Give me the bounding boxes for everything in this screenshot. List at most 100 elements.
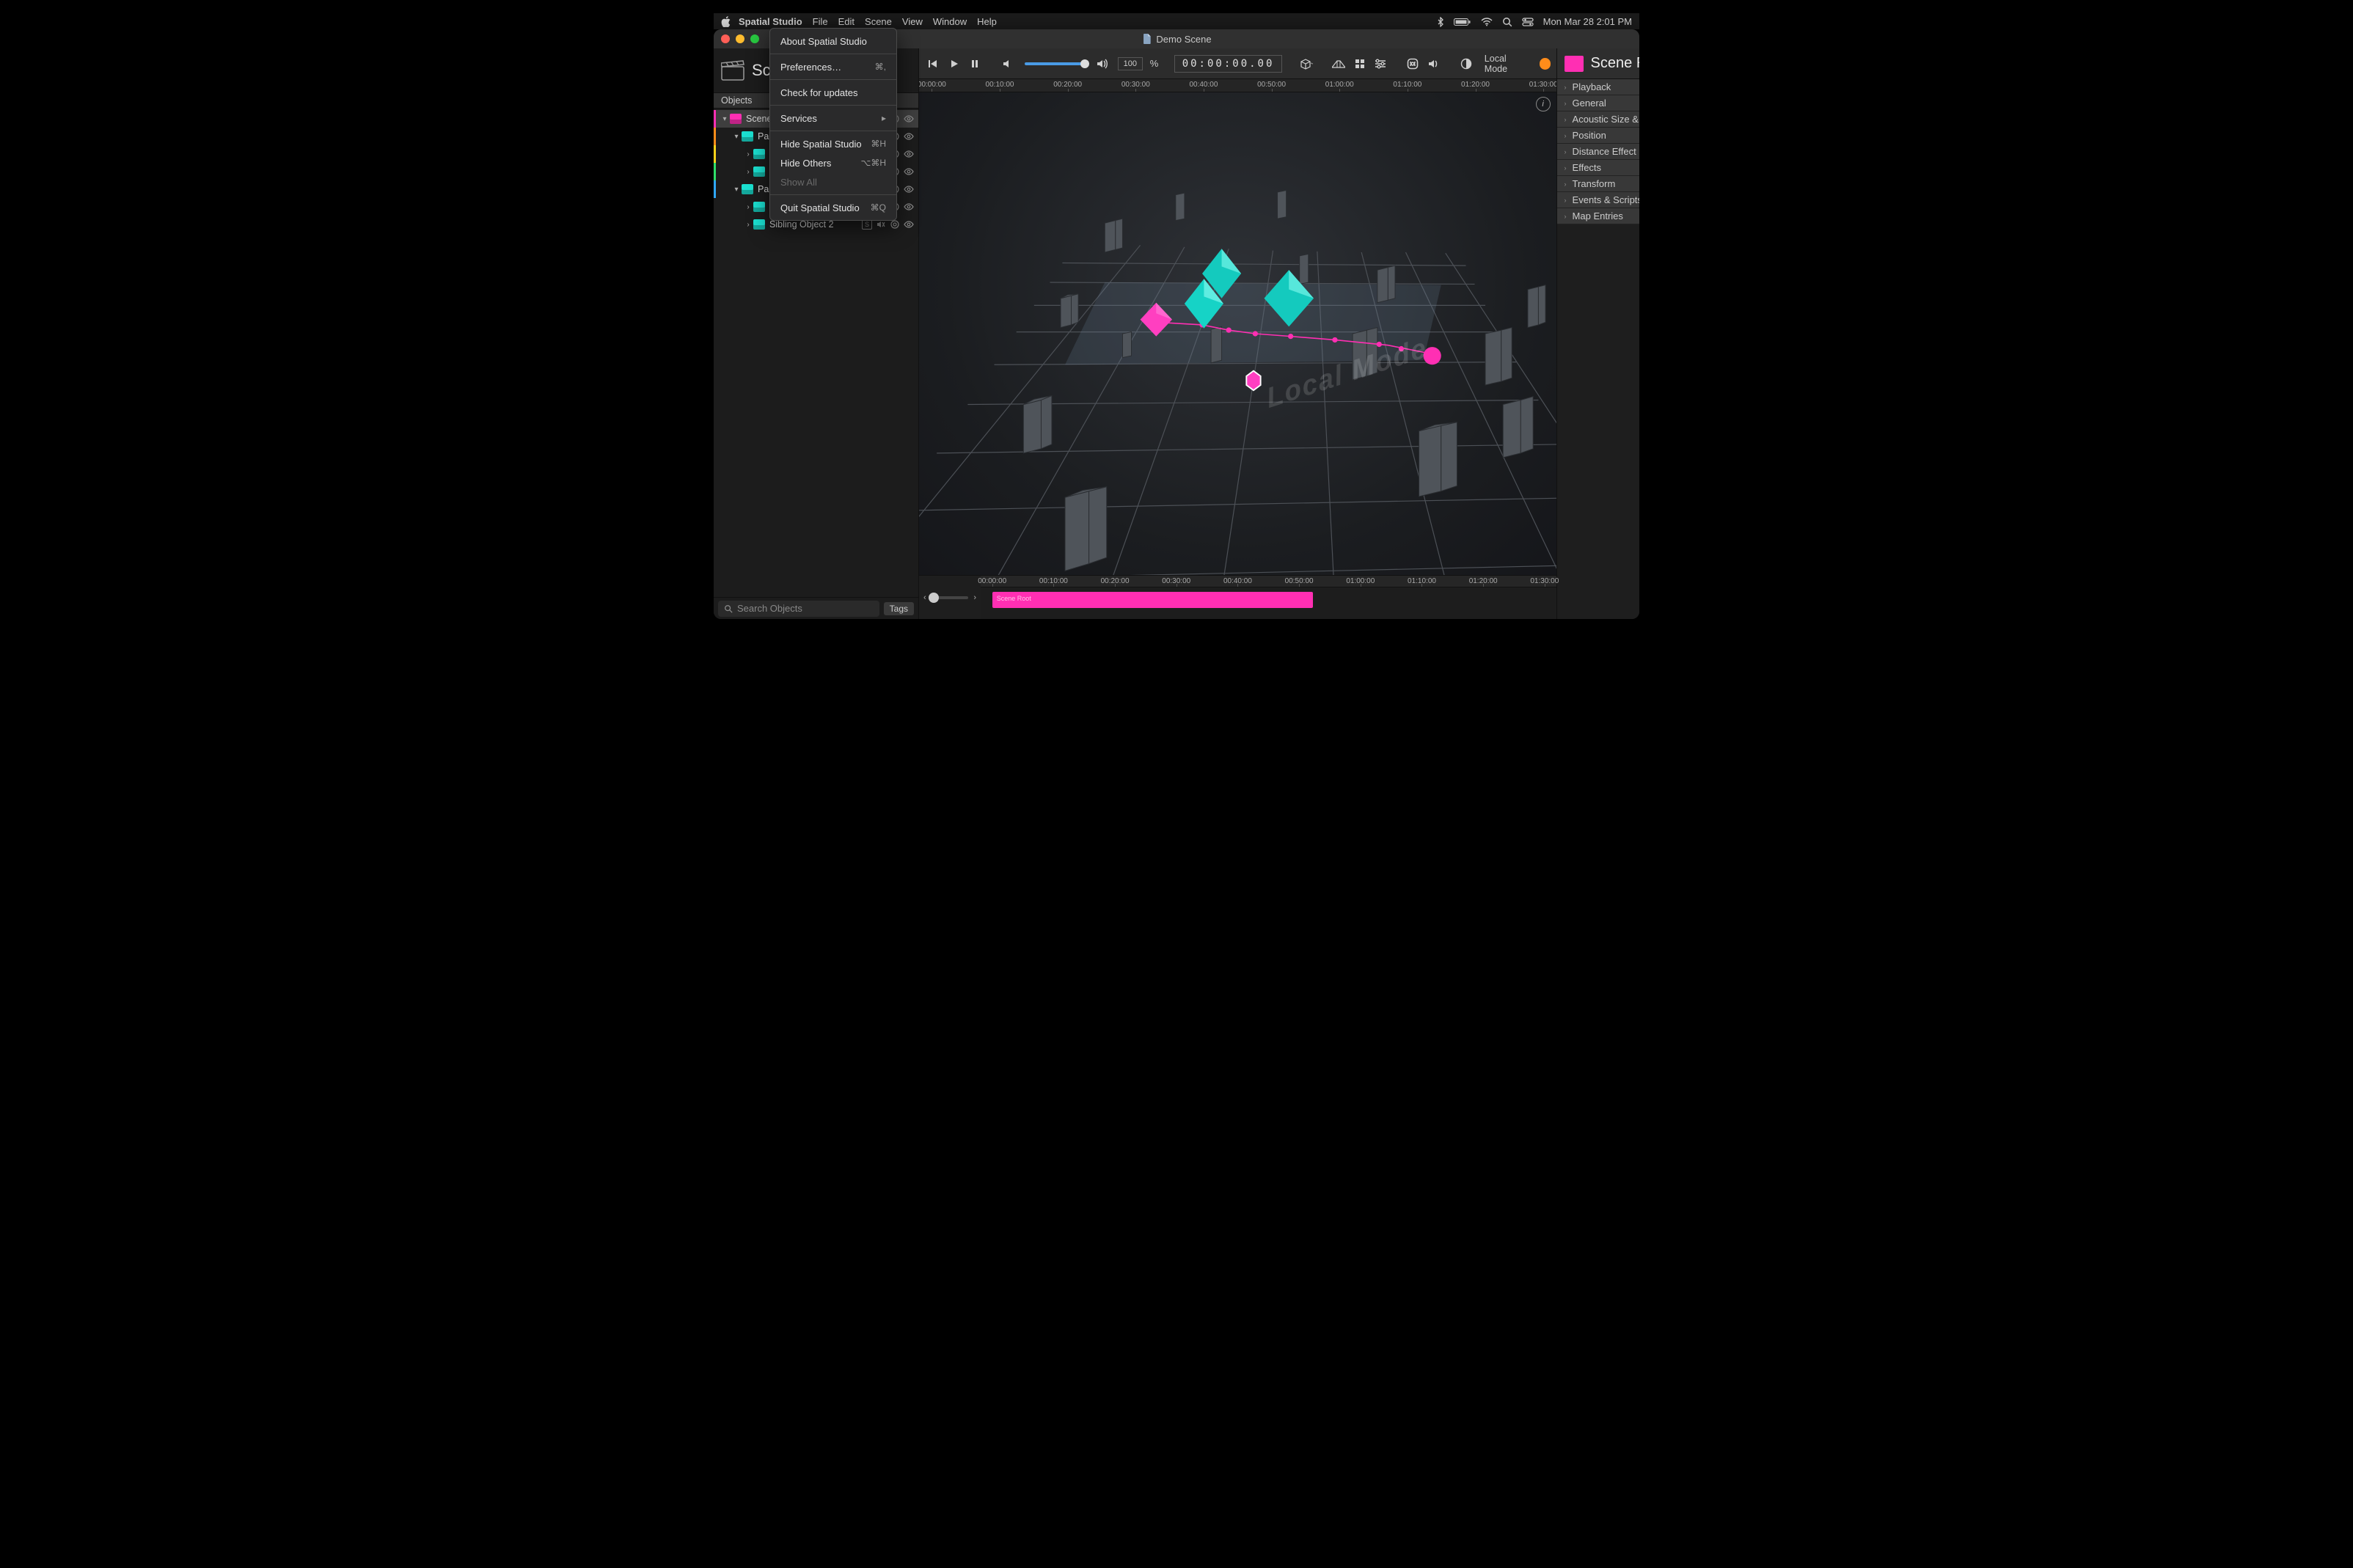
menu-separator: [770, 105, 896, 106]
search-icon: [724, 604, 733, 613]
disclosure-icon[interactable]: ›: [743, 150, 753, 158]
timeline-ruler-top[interactable]: 00:00:0000:10:0000:20:0000:30:0000:40:00…: [919, 79, 1556, 92]
menu-file[interactable]: File: [813, 16, 828, 27]
disclosure-icon[interactable]: ›: [743, 168, 753, 176]
scene-root-clip[interactable]: Scene Root: [992, 592, 1313, 608]
traffic-close[interactable]: [721, 34, 730, 43]
inspector-section[interactable]: ›General: [1557, 95, 1639, 111]
ruler-label: 00:00:00: [919, 81, 946, 89]
traffic-zoom[interactable]: [750, 34, 759, 43]
object-icon: [753, 149, 765, 159]
speaker-icon[interactable]: [1425, 55, 1442, 73]
globe-half-icon[interactable]: [1457, 55, 1474, 73]
viewport-3d[interactable]: Local Mode i: [919, 92, 1556, 575]
app-menu-item[interactable]: Check for updates: [770, 83, 896, 102]
ruler-tick: [1237, 584, 1238, 587]
pause-button[interactable]: [967, 55, 984, 73]
ruler-label: 00:30:00: [1121, 81, 1150, 89]
chevron-right-icon: ›: [1565, 148, 1567, 155]
solo-button[interactable]: S: [862, 219, 872, 230]
mute-icon[interactable]: [876, 219, 886, 230]
ruler-tick: [1115, 584, 1116, 587]
app-menu-item[interactable]: About Spatial Studio: [770, 32, 896, 51]
status-dot[interactable]: [1540, 58, 1551, 70]
inspector-section[interactable]: ›Effects: [1557, 160, 1639, 176]
visibility-icon[interactable]: [904, 149, 914, 159]
grid-view-icon[interactable]: [1351, 55, 1368, 73]
clip-label: Scene Root: [992, 595, 1031, 602]
traffic-minimize[interactable]: [736, 34, 744, 43]
menu-edit[interactable]: Edit: [838, 16, 855, 27]
disclosure-icon[interactable]: ▾: [731, 186, 742, 194]
app-menu-item[interactable]: Hide Spatial Studio⌘H: [770, 134, 896, 153]
inspector-section[interactable]: ›Transform: [1557, 176, 1639, 192]
inspector-title: Scene Root: [1591, 55, 1639, 72]
visibility-icon[interactable]: [904, 114, 914, 124]
play-button[interactable]: [946, 55, 963, 73]
object-icon: [742, 131, 753, 142]
mini-step-left[interactable]: ‹: [923, 593, 926, 602]
volume-slider[interactable]: [1025, 62, 1086, 65]
menu-window[interactable]: Window: [933, 16, 967, 27]
chevron-right-icon: ›: [1565, 180, 1567, 188]
spotlight-icon[interactable]: [1502, 15, 1512, 27]
mini-zoom-slider[interactable]: [932, 596, 968, 599]
menu-item-shortcut: ▸: [882, 113, 886, 123]
visibility-icon[interactable]: [904, 166, 914, 177]
timecode[interactable]: 00:00:00.00: [1174, 55, 1283, 73]
volume-high-icon: [1094, 55, 1110, 73]
object-search[interactable]: Search Objects: [718, 601, 879, 617]
app-menu-item[interactable]: Preferences…⌘,: [770, 57, 896, 76]
skip-back-button[interactable]: [925, 55, 942, 73]
tags-button[interactable]: Tags: [884, 602, 914, 615]
app-menu-item[interactable]: Quit Spatial Studio ⌘Q: [770, 198, 896, 217]
battery-icon[interactable]: [1454, 16, 1471, 27]
menubar-clock[interactable]: Mon Mar 28 2:01 PM: [1543, 16, 1632, 27]
visibility-icon[interactable]: [904, 202, 914, 212]
pct-suffix: %: [1150, 58, 1159, 69]
menu-help[interactable]: Help: [977, 16, 997, 27]
menu-scene[interactable]: Scene: [865, 16, 892, 27]
menu-view[interactable]: View: [902, 16, 923, 27]
inspector-section[interactable]: ›Events & Scripts: [1557, 192, 1639, 208]
ruler-tick: [1053, 584, 1054, 587]
menu-item-label: Quit Spatial Studio: [780, 202, 860, 213]
mini-step-right[interactable]: ›: [973, 593, 976, 602]
disclosure-icon[interactable]: ›: [743, 221, 753, 229]
visibility-icon[interactable]: [904, 131, 914, 142]
cube-view-icon[interactable]: [1298, 55, 1315, 73]
inspector-section-label: Distance Effect: [1573, 146, 1636, 157]
inspector-section-label: Acoustic Size & Shape: [1573, 114, 1639, 125]
menu-item-shortcut: ⌘Q: [871, 202, 886, 213]
ruler-label: 00:10:00: [986, 81, 1014, 89]
mini-timeline-track[interactable]: Scene Root: [981, 587, 1556, 619]
app-menu-item[interactable]: Services ▸: [770, 109, 896, 128]
control-center-icon[interactable]: [1522, 16, 1534, 27]
bluetooth-icon[interactable]: [1437, 15, 1444, 27]
row-color-bar: [714, 163, 716, 180]
inspector-section[interactable]: › Distance Effect: [1557, 144, 1639, 160]
app-menu-spatial-studio[interactable]: Spatial Studio: [739, 16, 802, 27]
perspective-icon[interactable]: [1331, 55, 1347, 73]
sync-icon[interactable]: [1405, 55, 1421, 73]
disclosure-icon[interactable]: ▾: [731, 133, 742, 141]
wifi-icon[interactable]: [1481, 16, 1493, 27]
visibility-icon[interactable]: [904, 219, 914, 230]
settings-icon[interactable]: [890, 219, 900, 230]
disclosure-icon[interactable]: ▾: [720, 115, 730, 123]
inspector-section[interactable]: ›Playback: [1557, 79, 1639, 95]
ruler-label: 01:20:00: [1461, 81, 1490, 89]
disclosure-icon[interactable]: ›: [743, 203, 753, 211]
apple-logo-icon[interactable]: [721, 15, 731, 27]
inspector-section[interactable]: ›Acoustic Size & Shape: [1557, 111, 1639, 128]
volume-pct[interactable]: 100: [1118, 57, 1143, 70]
app-menu-item[interactable]: Hide Others⌥⌘H: [770, 153, 896, 172]
sliders-icon[interactable]: [1372, 55, 1389, 73]
viewport-info-button[interactable]: i: [1536, 97, 1551, 111]
inspector-section[interactable]: ›Position: [1557, 128, 1639, 144]
menu-item-label: Services: [780, 113, 817, 124]
inspector-section[interactable]: ›Map Entries: [1557, 208, 1639, 224]
ruler-tick: [1543, 89, 1544, 92]
mini-timeline-ruler[interactable]: 00:00:0000:10:0000:20:0000:30:0000:40:00…: [981, 576, 1556, 587]
visibility-icon[interactable]: [904, 184, 914, 194]
